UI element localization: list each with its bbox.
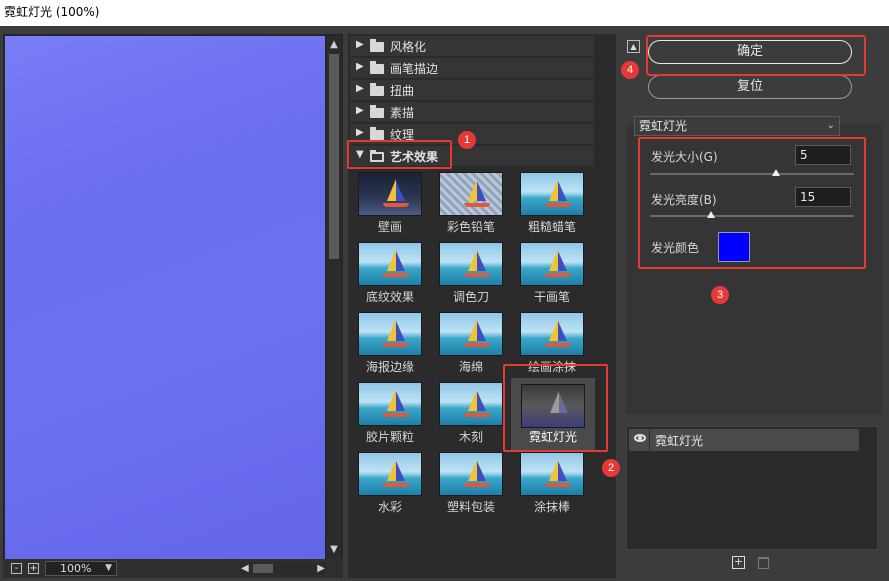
annotation-badge: 1	[458, 131, 476, 149]
filter-preview-image	[439, 172, 503, 216]
folder-icon	[370, 105, 384, 118]
category-brush-strokes[interactable]: ▶ 画笔描边	[350, 58, 594, 79]
filter-label: 木刻	[458, 430, 483, 444]
filter-thumb-fresco[interactable]: 壁画	[357, 172, 423, 238]
zoom-out-button[interactable]: -	[11, 563, 22, 574]
category-sketch[interactable]: ▶ 素描	[350, 102, 594, 123]
filter-label: 水彩	[377, 500, 402, 514]
filter-preview-image	[520, 452, 584, 496]
filter-preview-image	[358, 172, 422, 216]
filter-thumb-sponge[interactable]: 海绵	[438, 312, 504, 378]
filter-preview-image	[358, 382, 422, 426]
filter-thumb-rough-pastels[interactable]: 粗糙蜡笔	[519, 172, 585, 238]
annotation-box-filter	[503, 364, 608, 452]
expand-arrow-icon: ▶	[356, 39, 364, 50]
filter-thumb-watercolor[interactable]: 水彩	[357, 452, 423, 518]
chevron-down-icon: ▼	[105, 563, 112, 573]
filter-preview-image	[358, 312, 422, 356]
folder-icon	[370, 39, 384, 52]
eye-icon[interactable]	[634, 434, 646, 442]
filter-label: 海绵	[458, 360, 483, 374]
filter-label: 胶片颗粒	[365, 430, 414, 444]
layer-divider	[649, 429, 650, 451]
zoom-value: 100%	[60, 562, 92, 575]
scroll-up-icon[interactable]: ▲	[328, 38, 340, 52]
filter-thumb-cutout[interactable]: 木刻	[438, 382, 504, 448]
preview-pane: ▲ ▼ - + 100% ▼ ◀ ▶	[3, 34, 343, 578]
expand-arrow-icon: ▶	[356, 105, 364, 116]
category-stylize[interactable]: ▶ 风格化	[350, 36, 594, 57]
chevron-down-icon: ⌄	[826, 120, 835, 131]
scroll-thumb[interactable]	[329, 54, 339, 259]
filter-thumb-colored-pencil[interactable]: 彩色铅笔	[438, 172, 504, 238]
expand-arrow-icon: ▶	[356, 127, 364, 138]
filter-preview-image	[439, 382, 503, 426]
filter-preview-image	[439, 312, 503, 356]
folder-icon	[370, 127, 384, 140]
preview-vertical-scrollbar[interactable]: ▲ ▼	[327, 36, 341, 559]
annotation-badge: 3	[711, 286, 729, 304]
preview-statusbar: - + 100% ▼ ◀ ▶	[3, 559, 343, 578]
category-label: 画笔描边	[390, 62, 439, 76]
filter-preview-image	[358, 452, 422, 496]
filter-label: 海报边缘	[365, 360, 414, 374]
folder-icon	[370, 83, 384, 96]
effect-layer-row[interactable]: 霓虹灯光	[629, 429, 859, 451]
gallery-scrollbar[interactable]	[596, 36, 612, 556]
folder-icon	[370, 61, 384, 74]
reset-button[interactable]: 复位	[648, 75, 852, 99]
filter-label: 底纹效果	[365, 290, 414, 304]
filter-thumb-film-grain[interactable]: 胶片颗粒	[357, 382, 423, 448]
category-distort[interactable]: ▶ 扭曲	[350, 80, 594, 101]
filter-select-value: 霓虹灯光	[639, 119, 688, 133]
expand-arrow-icon: ▶	[356, 61, 364, 72]
annotation-box-category	[347, 140, 452, 169]
filter-preview-image	[520, 172, 584, 216]
annotation-badge: 2	[602, 459, 620, 477]
filter-thumb-underpainting[interactable]: 底纹效果	[357, 242, 423, 308]
collapse-gallery-icon[interactable]: ▲	[627, 40, 640, 53]
trash-icon[interactable]	[758, 557, 769, 569]
filter-thumb-smudge-stick[interactable]: 涂抹棒	[519, 452, 585, 518]
window-title: 霓虹灯光 (100%)	[0, 0, 889, 26]
filter-preview-image	[439, 452, 503, 496]
filter-preview-image	[520, 242, 584, 286]
new-effect-layer-icon[interactable]: +	[732, 556, 745, 569]
zoom-in-button[interactable]: +	[28, 563, 39, 574]
filter-label: 塑料包装	[446, 500, 495, 514]
scroll-right-icon[interactable]: ▶	[317, 562, 325, 575]
preview-image[interactable]	[5, 36, 325, 559]
filter-preview-image	[439, 242, 503, 286]
filter-label: 壁画	[377, 220, 402, 234]
filter-label: 调色刀	[452, 290, 489, 304]
filter-label: 彩色铅笔	[446, 220, 495, 234]
annotation-box-settings	[638, 137, 866, 269]
annotation-badge: 4	[621, 61, 639, 79]
zoom-select[interactable]: 100% ▼	[45, 561, 117, 576]
filter-label: 涂抹棒	[533, 500, 570, 514]
scroll-left-icon[interactable]: ◀	[241, 562, 249, 575]
filter-select[interactable]: 霓虹灯光 ⌄	[634, 116, 840, 136]
filter-label: 粗糙蜡笔	[527, 220, 576, 234]
preview-horizontal-scrollbar[interactable]: ◀ ▶	[239, 562, 327, 575]
filter-label: 干画笔	[533, 290, 570, 304]
filter-thumb-palette-knife[interactable]: 调色刀	[438, 242, 504, 308]
category-label: 素描	[390, 106, 415, 120]
category-label: 风格化	[390, 40, 427, 54]
filter-preview-image	[520, 312, 584, 356]
filter-gallery: ▶ 风格化 ▶ 画笔描边 ▶ 扭曲 ▶ 素描 ▶ 纹理 ▼ 艺术效果 壁画 彩色…	[348, 34, 616, 578]
annotation-box-ok	[646, 35, 866, 76]
filter-thumb-plastic-wrap[interactable]: 塑料包装	[438, 452, 504, 518]
scroll-thumb[interactable]	[253, 564, 273, 573]
category-label: 扭曲	[390, 84, 415, 98]
effect-layer-name: 霓虹灯光	[655, 434, 704, 448]
filter-thumb-poster-edges[interactable]: 海报边缘	[357, 312, 423, 378]
settings-panel: ▲ 确定 复位 霓虹灯光 ⌄ 发光大小(G) 5 发光亮度(B) 15 发光颜色…	[620, 34, 886, 578]
scroll-down-icon[interactable]: ▼	[328, 543, 340, 557]
expand-arrow-icon: ▶	[356, 83, 364, 94]
filter-thumb-dry-brush[interactable]: 干画笔	[519, 242, 585, 308]
effect-layers-panel: 霓虹灯光	[626, 426, 878, 550]
filter-preview-image	[358, 242, 422, 286]
